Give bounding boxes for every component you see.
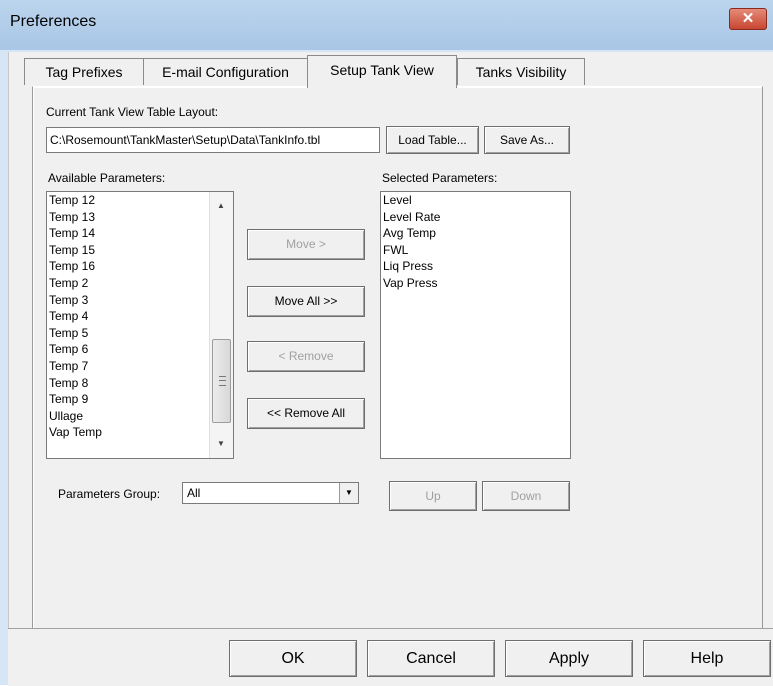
window-title: Preferences	[10, 13, 97, 30]
available-parameter-item[interactable]: Temp 6	[47, 341, 233, 358]
parameters-group-select[interactable]: All ▼	[182, 482, 359, 504]
remove-all-button[interactable]: << Remove All	[247, 398, 365, 429]
chevron-down-icon[interactable]: ▼	[339, 483, 358, 503]
tab-tag-prefixes[interactable]: Tag Prefixes	[24, 58, 144, 85]
move-button[interactable]: Move >	[247, 229, 365, 260]
tab-setup-tank-view[interactable]: Setup Tank View	[307, 55, 457, 88]
tab-label: Tag Prefixes	[45, 64, 123, 80]
selected-parameters-label: Selected Parameters:	[382, 171, 498, 185]
grip-icon	[219, 376, 226, 386]
down-button[interactable]: Down	[482, 481, 570, 511]
scroll-down-arrow-icon[interactable]: ▼	[210, 436, 232, 452]
remove-button[interactable]: < Remove	[247, 341, 365, 372]
selected-parameter-item[interactable]: Liq Press	[381, 258, 570, 275]
tab-label: Setup Tank View	[330, 62, 434, 78]
scroll-up-arrow-icon[interactable]: ▲	[210, 198, 232, 214]
parameters-group-value: All	[187, 486, 201, 500]
selected-parameters-list[interactable]: Level Level Rate Avg Temp FWL Liq Press Vap P…	[380, 191, 571, 459]
load-table-button[interactable]: Load Table...	[386, 126, 479, 154]
available-parameter-item[interactable]: Temp 15	[47, 242, 233, 259]
tab-tanks-visibility[interactable]: Tanks Visibility	[457, 58, 585, 85]
layout-path-field[interactable]: C:\Rosemount\TankMaster\Setup\Data\TankI…	[46, 127, 380, 153]
close-icon: ✕	[741, 10, 755, 27]
tab-email-configuration[interactable]: E-mail Configuration	[143, 58, 308, 85]
available-list-scrollbar[interactable]: ▲ ▼	[209, 192, 233, 458]
parameters-group-label: Parameters Group:	[58, 487, 161, 501]
scrollbar-thumb[interactable]	[212, 339, 231, 423]
selected-parameter-item[interactable]: Avg Temp	[381, 225, 570, 242]
available-parameters-list[interactable]: Temp 12 Temp 13 Temp 14 Temp 15 Temp 16 Temp …	[46, 191, 234, 459]
available-parameter-item[interactable]: Temp 12	[47, 192, 233, 209]
ok-button[interactable]: OK	[229, 640, 357, 677]
available-parameter-item[interactable]: Temp 13	[47, 209, 233, 226]
selected-parameter-item[interactable]: Level Rate	[381, 209, 570, 226]
title-bar[interactable]: Preferences ✕	[0, 0, 773, 50]
cancel-button[interactable]: Cancel	[367, 640, 495, 677]
selected-items: Level Level Rate Avg Temp FWL Liq Press Vap P…	[381, 192, 570, 292]
apply-button[interactable]: Apply	[505, 640, 633, 677]
selected-parameter-item[interactable]: FWL	[381, 242, 570, 259]
selected-parameter-item[interactable]: Level	[381, 192, 570, 209]
tab-label: E-mail Configuration	[162, 64, 289, 80]
available-parameter-item[interactable]: Temp 8	[47, 375, 233, 392]
available-parameter-item[interactable]: Temp 2	[47, 275, 233, 292]
available-parameter-item[interactable]: Temp 3	[47, 292, 233, 309]
available-parameter-item[interactable]: Temp 14	[47, 225, 233, 242]
current-layout-label: Current Tank View Table Layout:	[46, 105, 219, 119]
tab-label: Tanks Visibility	[475, 64, 567, 80]
available-parameter-item[interactable]: Temp 7	[47, 358, 233, 375]
available-items: Temp 12 Temp 13 Temp 14 Temp 15 Temp 16 Temp …	[47, 192, 233, 441]
available-parameter-item[interactable]: Temp 16	[47, 258, 233, 275]
preferences-dialog: Preferences ✕ Tag Prefixes E-mail Config…	[0, 0, 773, 686]
move-all-button[interactable]: Move All >>	[247, 286, 365, 317]
available-parameter-item[interactable]: Temp 9	[47, 391, 233, 408]
save-as-button[interactable]: Save As...	[484, 126, 570, 154]
close-button[interactable]: ✕	[729, 8, 767, 30]
help-button[interactable]: Help	[643, 640, 771, 677]
selected-parameter-item[interactable]: Vap Press	[381, 275, 570, 292]
available-parameter-item[interactable]: Vap Temp	[47, 424, 233, 441]
available-parameters-label: Available Parameters:	[48, 171, 166, 185]
available-parameter-item[interactable]: Temp 5	[47, 325, 233, 342]
up-button[interactable]: Up	[389, 481, 477, 511]
available-parameter-item[interactable]: Temp 4	[47, 308, 233, 325]
available-parameter-item[interactable]: Ullage	[47, 408, 233, 425]
